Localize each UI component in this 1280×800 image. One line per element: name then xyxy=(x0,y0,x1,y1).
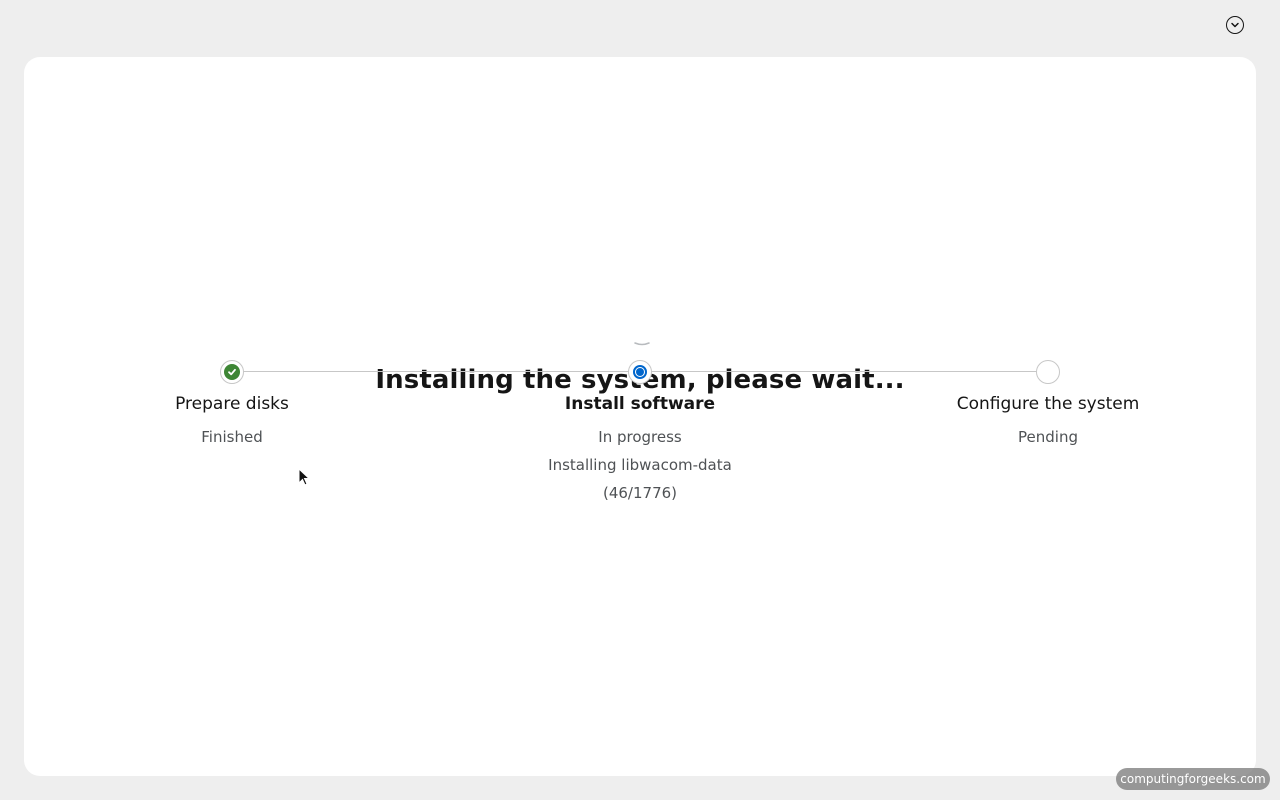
step-label: Configure the system xyxy=(956,394,1140,414)
step-node xyxy=(220,360,244,384)
step-detail: Installing libwacom-data xyxy=(548,456,732,474)
progress-step-configure-system: Configure the system Pending xyxy=(918,360,1178,451)
chevron-down-icon xyxy=(1231,22,1239,28)
empty-circle-icon xyxy=(1036,360,1060,384)
menu-toggle-button[interactable] xyxy=(1226,16,1244,34)
progress-step-prepare-disks: Prepare disks Finished xyxy=(102,360,362,451)
step-label: Prepare disks xyxy=(175,394,289,414)
step-counter: (46/1776) xyxy=(602,484,678,502)
step-status: Pending xyxy=(1018,428,1078,446)
watermark: computingforgeeks.com xyxy=(1116,768,1270,790)
progress-step-install-software: Install software In progress Installing … xyxy=(510,360,770,507)
radio-active-icon xyxy=(633,365,647,379)
check-circle-icon xyxy=(224,364,240,380)
step-label: Install software xyxy=(564,394,716,414)
loading-spinner-icon xyxy=(634,342,650,346)
step-status: Finished xyxy=(201,428,263,446)
mouse-pointer-icon xyxy=(298,468,310,486)
installation-progress-card: Installing the system, please wait... Pr… xyxy=(24,57,1256,776)
step-status: In progress xyxy=(598,428,682,446)
step-node xyxy=(628,360,652,384)
